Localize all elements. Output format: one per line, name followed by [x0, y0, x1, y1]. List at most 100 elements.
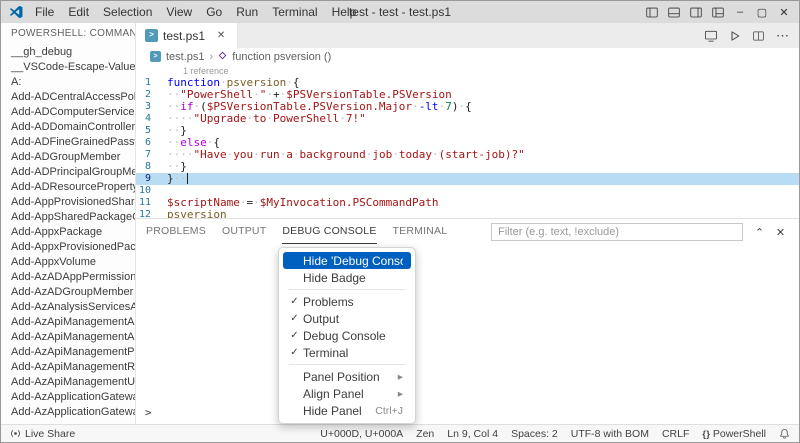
- status-zen[interactable]: Zen: [416, 428, 434, 440]
- open-preview-icon[interactable]: [704, 30, 718, 42]
- checkmark-icon: ✓: [290, 296, 299, 307]
- line-content: $scriptName·=·$MyInvocation.PSCommandPat…: [167, 196, 439, 209]
- debug-console-prompt[interactable]: >: [145, 406, 152, 419]
- bell-icon: [779, 428, 790, 439]
- breadcrumb-symbol[interactable]: function psversion (): [232, 51, 331, 63]
- tab-test-ps1[interactable]: > test.ps1 ✕: [136, 23, 239, 48]
- menu-item-hide-debug-console[interactable]: Hide 'Debug Console': [283, 252, 411, 269]
- minimize-window-icon[interactable]: –: [729, 1, 751, 23]
- panel-tabs: PROBLEMS OUTPUT DEBUG CONSOLE TERMINAL: [146, 220, 463, 244]
- menu-file[interactable]: File: [28, 1, 61, 23]
- command-item[interactable]: Add-AzApplicationGatewa...: [1, 390, 135, 405]
- code-line-9[interactable]: 9}··: [136, 173, 799, 185]
- code-line-7[interactable]: 7 ····"Have·you·run·a·background·job·toda…: [136, 149, 799, 161]
- panel-tab-problems[interactable]: PROBLEMS: [146, 220, 206, 244]
- status-left: Live Share: [10, 428, 75, 440]
- menu-view[interactable]: View: [159, 1, 199, 23]
- menu-item-label: Align Panel: [303, 386, 364, 401]
- command-item[interactable]: Add-AzADGroupMember: [1, 285, 135, 300]
- status-crlf[interactable]: CRLF: [662, 428, 689, 440]
- menu-go[interactable]: Go: [199, 1, 229, 23]
- command-item[interactable]: Add-ADComputerService...: [1, 105, 135, 120]
- command-item[interactable]: Add-AppxVolume: [1, 255, 135, 270]
- toggle-secondary-sidebar-icon[interactable]: [685, 1, 707, 23]
- command-item[interactable]: __gh_debug: [1, 45, 135, 60]
- line-content: ····"Upgrade·to·PowerShell·7!": [167, 112, 366, 125]
- debug-console-output[interactable]: >: [136, 245, 799, 424]
- code-line-4[interactable]: 4 ····"Upgrade·to·PowerShell·7!": [136, 113, 799, 125]
- maximize-window-icon[interactable]: ▢: [751, 1, 773, 23]
- menu-item-terminal[interactable]: ✓ Terminal: [283, 344, 411, 361]
- status-live-share[interactable]: Live Share: [10, 428, 75, 440]
- code-editor[interactable]: 1 reference 1 function·psversion·{2 ··"Pow…: [136, 65, 799, 218]
- status-utf-8-with-bom[interactable]: UTF-8 with BOM: [571, 428, 649, 440]
- toggle-panel-icon[interactable]: [663, 1, 685, 23]
- menu-run[interactable]: Run: [229, 1, 265, 23]
- editor-tab-bar: > test.ps1 ✕ ⋯: [136, 23, 799, 48]
- menu-item-problems[interactable]: ✓ Problems: [283, 293, 411, 310]
- status-powershell[interactable]: { } PowerShell: [702, 428, 766, 440]
- command-item[interactable]: Add-AppxProvisionedPack...: [1, 240, 135, 255]
- command-item[interactable]: Add-ADGroupMember: [1, 150, 135, 165]
- menu-item-hide-badge[interactable]: Hide Badge: [283, 269, 411, 286]
- command-item[interactable]: Add-AzApiManagementA...: [1, 315, 135, 330]
- command-item[interactable]: Add-AzApiManagementA...: [1, 330, 135, 345]
- command-item[interactable]: Add-AzApiManagementPr...: [1, 345, 135, 360]
- menu-help[interactable]: Help: [325, 1, 364, 23]
- toggle-sidebar-icon[interactable]: [641, 1, 663, 23]
- menu-terminal[interactable]: Terminal: [265, 1, 324, 23]
- command-item[interactable]: Add-ADPrincipalGroupMe...: [1, 165, 135, 180]
- command-item[interactable]: Add-AzApplicationGatewa...: [1, 405, 135, 420]
- status-spaces-2[interactable]: Spaces: 2: [511, 428, 558, 440]
- menu-edit[interactable]: Edit: [61, 1, 96, 23]
- status-bell[interactable]: [779, 428, 790, 439]
- status-u-000d-u-000a[interactable]: U+000D, U+000A: [320, 428, 403, 440]
- menu-selection[interactable]: Selection: [96, 1, 159, 23]
- split-editor-icon[interactable]: [752, 30, 765, 42]
- run-script-icon[interactable]: [729, 30, 741, 42]
- command-item[interactable]: Add-AzAnalysisServicesA...: [1, 300, 135, 315]
- command-item[interactable]: Add-ADDomainController...: [1, 120, 135, 135]
- line-number: 5: [144, 125, 151, 136]
- line-number: 4: [144, 113, 151, 124]
- close-panel-icon[interactable]: ✕: [772, 224, 789, 241]
- window-controls: – ▢ ✕: [641, 1, 795, 23]
- code-line-11[interactable]: 11 $scriptName·=·$MyInvocation.PSCommandP…: [136, 197, 799, 209]
- command-item[interactable]: A:: [1, 75, 135, 90]
- breadcrumb-file[interactable]: test.ps1: [166, 51, 205, 63]
- menu-item-output[interactable]: ✓ Output: [283, 310, 411, 327]
- panel-filter-input[interactable]: [491, 223, 743, 241]
- status-right: U+000D, U+000A Zen Ln 9, Col 4 Spaces: 2 UTF…: [320, 428, 790, 440]
- close-window-icon[interactable]: ✕: [773, 1, 795, 23]
- command-item[interactable]: Add-AzADAppPermission: [1, 270, 135, 285]
- command-item[interactable]: Add-ADResourceProperty...: [1, 180, 135, 195]
- code-line-5[interactable]: 5 ··}: [136, 125, 799, 137]
- code-line-12[interactable]: 12 psversion: [136, 209, 799, 219]
- maximize-panel-icon[interactable]: ⌃: [751, 224, 768, 241]
- symbol-method-icon: [218, 51, 227, 63]
- command-item[interactable]: __VSCode-Escape-Value: [1, 60, 135, 75]
- customize-layout-icon[interactable]: [707, 1, 729, 23]
- command-item[interactable]: Add-AppxPackage: [1, 225, 135, 240]
- menu-item-label: Output: [303, 311, 340, 326]
- command-item[interactable]: Add-AppSharedPackageC...: [1, 210, 135, 225]
- menu-item-panel-position[interactable]: Panel Position ▸: [283, 368, 411, 385]
- menu-item-align-panel[interactable]: Align Panel ▸: [283, 385, 411, 402]
- menu-item-debug-console[interactable]: ✓ Debug Console: [283, 327, 411, 344]
- status-ln-9-col-4[interactable]: Ln 9, Col 4: [447, 428, 498, 440]
- tab-close-icon[interactable]: ✕: [214, 30, 228, 41]
- submenu-arrow-icon: ▸: [397, 387, 403, 400]
- menu-item-hide-panel[interactable]: Hide Panel Ctrl+J: [283, 402, 411, 419]
- command-item[interactable]: Add-ADFineGrainedPassw...: [1, 135, 135, 150]
- code-line-8[interactable]: 8 ··}: [136, 161, 799, 173]
- panel-tab-debug-console[interactable]: DEBUG CONSOLE: [282, 220, 377, 244]
- command-item[interactable]: Add-AzApiManagementU...: [1, 375, 135, 390]
- command-item[interactable]: Add-ADCentralAccessPolic...: [1, 90, 135, 105]
- panel-actions: ⌃ ✕: [751, 224, 789, 241]
- status-label: U+000D, U+000A: [320, 427, 404, 440]
- command-item[interactable]: Add-AzApiManagementR...: [1, 360, 135, 375]
- panel-tab-output[interactable]: OUTPUT: [222, 220, 266, 244]
- panel-tab-terminal[interactable]: TERMINAL: [393, 220, 448, 244]
- command-item[interactable]: Add-AppProvisionedShare...: [1, 195, 135, 210]
- more-actions-icon[interactable]: ⋯: [776, 29, 789, 42]
